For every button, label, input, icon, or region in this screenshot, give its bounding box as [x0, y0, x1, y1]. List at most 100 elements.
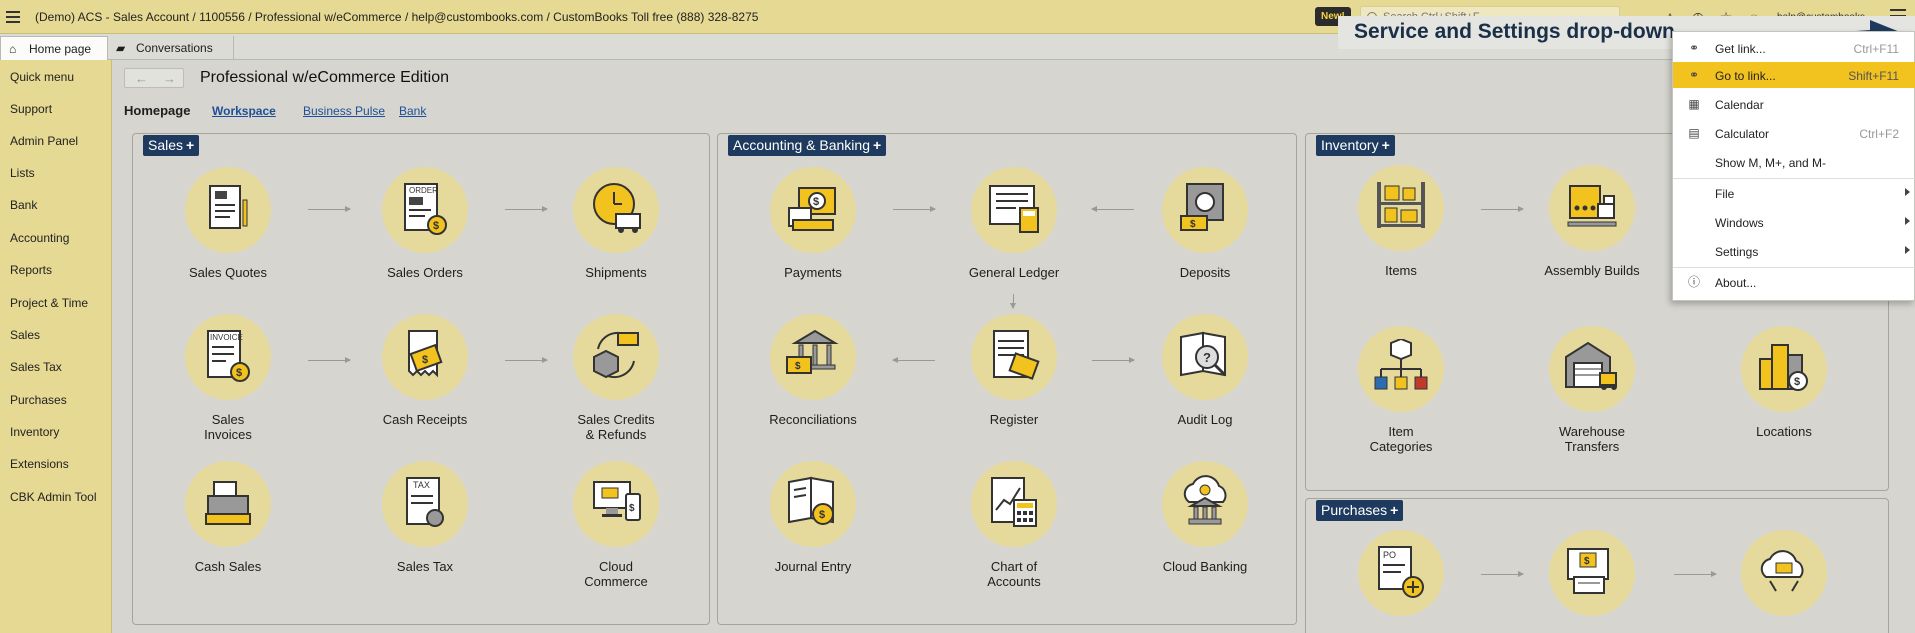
- tab-label: Home page: [29, 42, 92, 56]
- sidebar-item-lists[interactable]: Lists: [10, 166, 35, 180]
- sidebar-item-sales-tax[interactable]: Sales Tax: [10, 360, 62, 374]
- cloud-banking-item[interactable]: Cloud Banking: [1130, 461, 1280, 574]
- sidebar-item-inventory[interactable]: Inventory: [10, 425, 59, 439]
- journal-entry-icon: $: [770, 461, 856, 547]
- general-ledger-item[interactable]: General Ledger: [939, 167, 1089, 280]
- items-item[interactable]: Items: [1326, 165, 1476, 278]
- sales-credits-refunds-item[interactable]: Sales Credits & Refunds: [541, 314, 691, 442]
- deposits-item[interactable]: $ Deposits: [1130, 167, 1280, 280]
- add-accounting-icon: +: [872, 137, 882, 153]
- assembly-builds-item[interactable]: Assembly Builds: [1517, 165, 1667, 278]
- payments-icon: $: [770, 167, 856, 253]
- reconciliations-item[interactable]: $ Reconciliations: [738, 314, 888, 427]
- sidebar-item-sales[interactable]: Sales: [10, 328, 40, 342]
- payments-item[interactable]: $ Payments: [738, 167, 888, 280]
- chart-of-accounts-icon: [971, 461, 1057, 547]
- home-icon: ⌂: [9, 42, 17, 56]
- tab-label: Conversations: [136, 41, 213, 55]
- menu-item-windows[interactable]: Windows: [1673, 209, 1915, 235]
- sales-panel-title[interactable]: Sales +: [143, 135, 200, 156]
- menu-divider: [1673, 178, 1915, 179]
- main-menu-icon[interactable]: [6, 11, 20, 23]
- menu-item-file[interactable]: File: [1673, 180, 1915, 206]
- sidebar-item-quick-menu[interactable]: Quick menu: [10, 70, 74, 84]
- svg-text:?: ?: [1203, 350, 1211, 365]
- sales-orders-item[interactable]: ORDER $ Sales Orders: [350, 167, 500, 280]
- shipments-icon: [573, 167, 659, 253]
- cash-sales-item[interactable]: Cash Sales: [153, 461, 303, 574]
- svg-text:PO: PO: [1383, 550, 1396, 560]
- homepage-label: Homepage: [124, 103, 191, 118]
- shipments-item[interactable]: Shipments: [541, 167, 691, 280]
- locations-item[interactable]: $ Locations: [1709, 326, 1859, 439]
- purchases-panel: Purchases + PO $: [1305, 498, 1889, 633]
- sidebar-item-project-time[interactable]: Project & Time: [10, 296, 88, 310]
- cash-receipts-item[interactable]: $ Cash Receipts: [350, 314, 500, 427]
- svg-text:INVOICE: INVOICE: [210, 333, 243, 342]
- sidebar-item-reports[interactable]: Reports: [10, 263, 52, 277]
- audit-log-item[interactable]: ? Audit Log: [1130, 314, 1280, 427]
- tab-home-page[interactable]: ⌂ Home page: [0, 36, 108, 60]
- add-purchases-icon: +: [1390, 502, 1399, 518]
- goto-link-icon: ⚭: [1688, 68, 1700, 82]
- vendor-bills-item[interactable]: $: [1517, 530, 1667, 616]
- chevron-right-icon: [1905, 246, 1910, 254]
- forward-arrow-icon[interactable]: →: [163, 71, 176, 86]
- vendor-bill-icon: $: [1549, 530, 1635, 616]
- back-arrow-icon[interactable]: ←: [135, 71, 148, 86]
- annotation-text: Service and Settings drop-down.: [1354, 20, 1681, 43]
- svg-text:$: $: [1584, 556, 1590, 567]
- main-content: ← → Professional w/eCommerce Edition Hom…: [112, 60, 1915, 633]
- menu-divider: [1673, 267, 1915, 268]
- svg-text:$: $: [1794, 376, 1800, 388]
- sales-quotes-item[interactable]: Sales Quotes: [153, 167, 303, 280]
- menu-item-go-to-link[interactable]: ⚭ Go to link... Shift+F11: [1673, 62, 1915, 88]
- svg-text:$: $: [629, 503, 635, 514]
- sidebar-item-admin-panel[interactable]: Admin Panel: [10, 134, 78, 148]
- locations-icon: $: [1741, 326, 1827, 412]
- sidebar-item-bank[interactable]: Bank: [10, 198, 37, 212]
- cloud-purchases-item[interactable]: [1709, 530, 1859, 616]
- accounting-panel-title[interactable]: Accounting & Banking +: [728, 135, 887, 156]
- svg-text:$: $: [813, 196, 819, 208]
- sidebar-item-purchases[interactable]: Purchases: [10, 393, 67, 407]
- svg-text:$: $: [819, 509, 825, 521]
- workspace-link[interactable]: Workspace: [212, 104, 276, 118]
- menu-item-show-memory[interactable]: Show M, M+, and M-: [1673, 149, 1915, 175]
- tab-conversations[interactable]: ▰ Conversations: [108, 36, 234, 60]
- menu-item-get-link[interactable]: ⚭ Get link... Ctrl+F11: [1673, 35, 1915, 61]
- sales-panel: Sales + Sales Quotes ORDER $ Sales Orders …: [132, 133, 710, 625]
- svg-text:TAX: TAX: [413, 480, 430, 490]
- journal-entry-item[interactable]: $ Journal Entry: [738, 461, 888, 574]
- sidebar-item-cbk-admin-tool[interactable]: CBK Admin Tool: [10, 490, 97, 504]
- cloud-commerce-item[interactable]: $ Cloud Commerce: [541, 461, 691, 589]
- warehouse-transfers-item[interactable]: Warehouse Transfers: [1517, 326, 1667, 454]
- flow-arrow: [892, 357, 935, 363]
- purchase-order-icon: PO: [1358, 530, 1444, 616]
- sales-invoices-item[interactable]: INVOICE $ Sales Invoices: [153, 314, 303, 442]
- business-pulse-link[interactable]: Business Pulse: [303, 104, 385, 118]
- purchases-panel-title[interactable]: Purchases +: [1316, 500, 1404, 521]
- flow-arrow: [1092, 357, 1135, 363]
- link-icon: ⚭: [1688, 41, 1700, 55]
- register-item[interactable]: Register: [939, 314, 1089, 427]
- chart-of-accounts-item[interactable]: Chart of Accounts: [939, 461, 1089, 589]
- menu-item-calculator[interactable]: ▤ Calculator Ctrl+F2: [1673, 120, 1915, 146]
- chevron-right-icon: [1905, 188, 1910, 196]
- sidebar-item-extensions[interactable]: Extensions: [10, 457, 69, 471]
- calculator-icon: ▤: [1688, 126, 1700, 140]
- inventory-panel-title[interactable]: Inventory +: [1316, 135, 1395, 156]
- sales-tax-item[interactable]: TAX Sales Tax: [350, 461, 500, 574]
- menu-item-about[interactable]: ⓘ About...: [1673, 269, 1915, 295]
- sidebar-item-accounting[interactable]: Accounting: [10, 231, 69, 245]
- menu-item-settings[interactable]: Settings: [1673, 238, 1915, 264]
- chat-icon: ▰: [116, 41, 126, 55]
- menu-item-calendar[interactable]: ▦ Calendar: [1673, 91, 1915, 117]
- sales-invoices-icon: INVOICE $: [185, 314, 271, 400]
- item-categories-item[interactable]: Item Categories: [1326, 326, 1476, 454]
- flow-arrow: [1010, 294, 1016, 309]
- purchase-orders-item[interactable]: PO: [1326, 530, 1476, 616]
- bank-link[interactable]: Bank: [399, 104, 426, 118]
- deposits-icon: $: [1162, 167, 1248, 253]
- sidebar-item-support[interactable]: Support: [10, 102, 52, 116]
